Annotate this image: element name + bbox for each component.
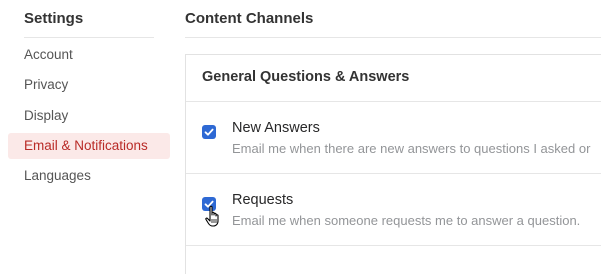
sidebar-title: Settings [24, 10, 84, 27]
sidebar-item-privacy[interactable]: Privacy [8, 72, 170, 98]
checkmark-icon [204, 128, 214, 136]
option-divider [186, 245, 601, 246]
section-divider [186, 101, 601, 102]
page-title-divider [185, 37, 601, 38]
requests-description: Email me when someone requests me to ans… [232, 213, 581, 228]
option-divider [186, 173, 601, 174]
sidebar-item-languages[interactable]: Languages [8, 163, 170, 189]
sidebar-item-display[interactable]: Display [8, 103, 170, 129]
requests-label: Requests [232, 192, 294, 208]
sidebar-item-email-notifications[interactable]: Email & Notifications [8, 133, 170, 159]
settings-sidebar: Settings Account Privacy Display Email &… [0, 0, 185, 258]
sidebar-divider [24, 37, 154, 38]
page-title: Content Channels [185, 10, 314, 27]
new-answers-checkbox[interactable] [202, 125, 216, 139]
general-qa-panel: General Questions & Answers New Answers … [185, 54, 601, 274]
checkmark-icon [204, 200, 214, 208]
new-answers-label: New Answers [232, 120, 320, 136]
section-header: General Questions & Answers [202, 69, 410, 85]
requests-checkbox[interactable] [202, 197, 216, 211]
new-answers-description: Email me when there are new answers to q… [232, 141, 591, 156]
sidebar-item-account[interactable]: Account [8, 42, 170, 68]
